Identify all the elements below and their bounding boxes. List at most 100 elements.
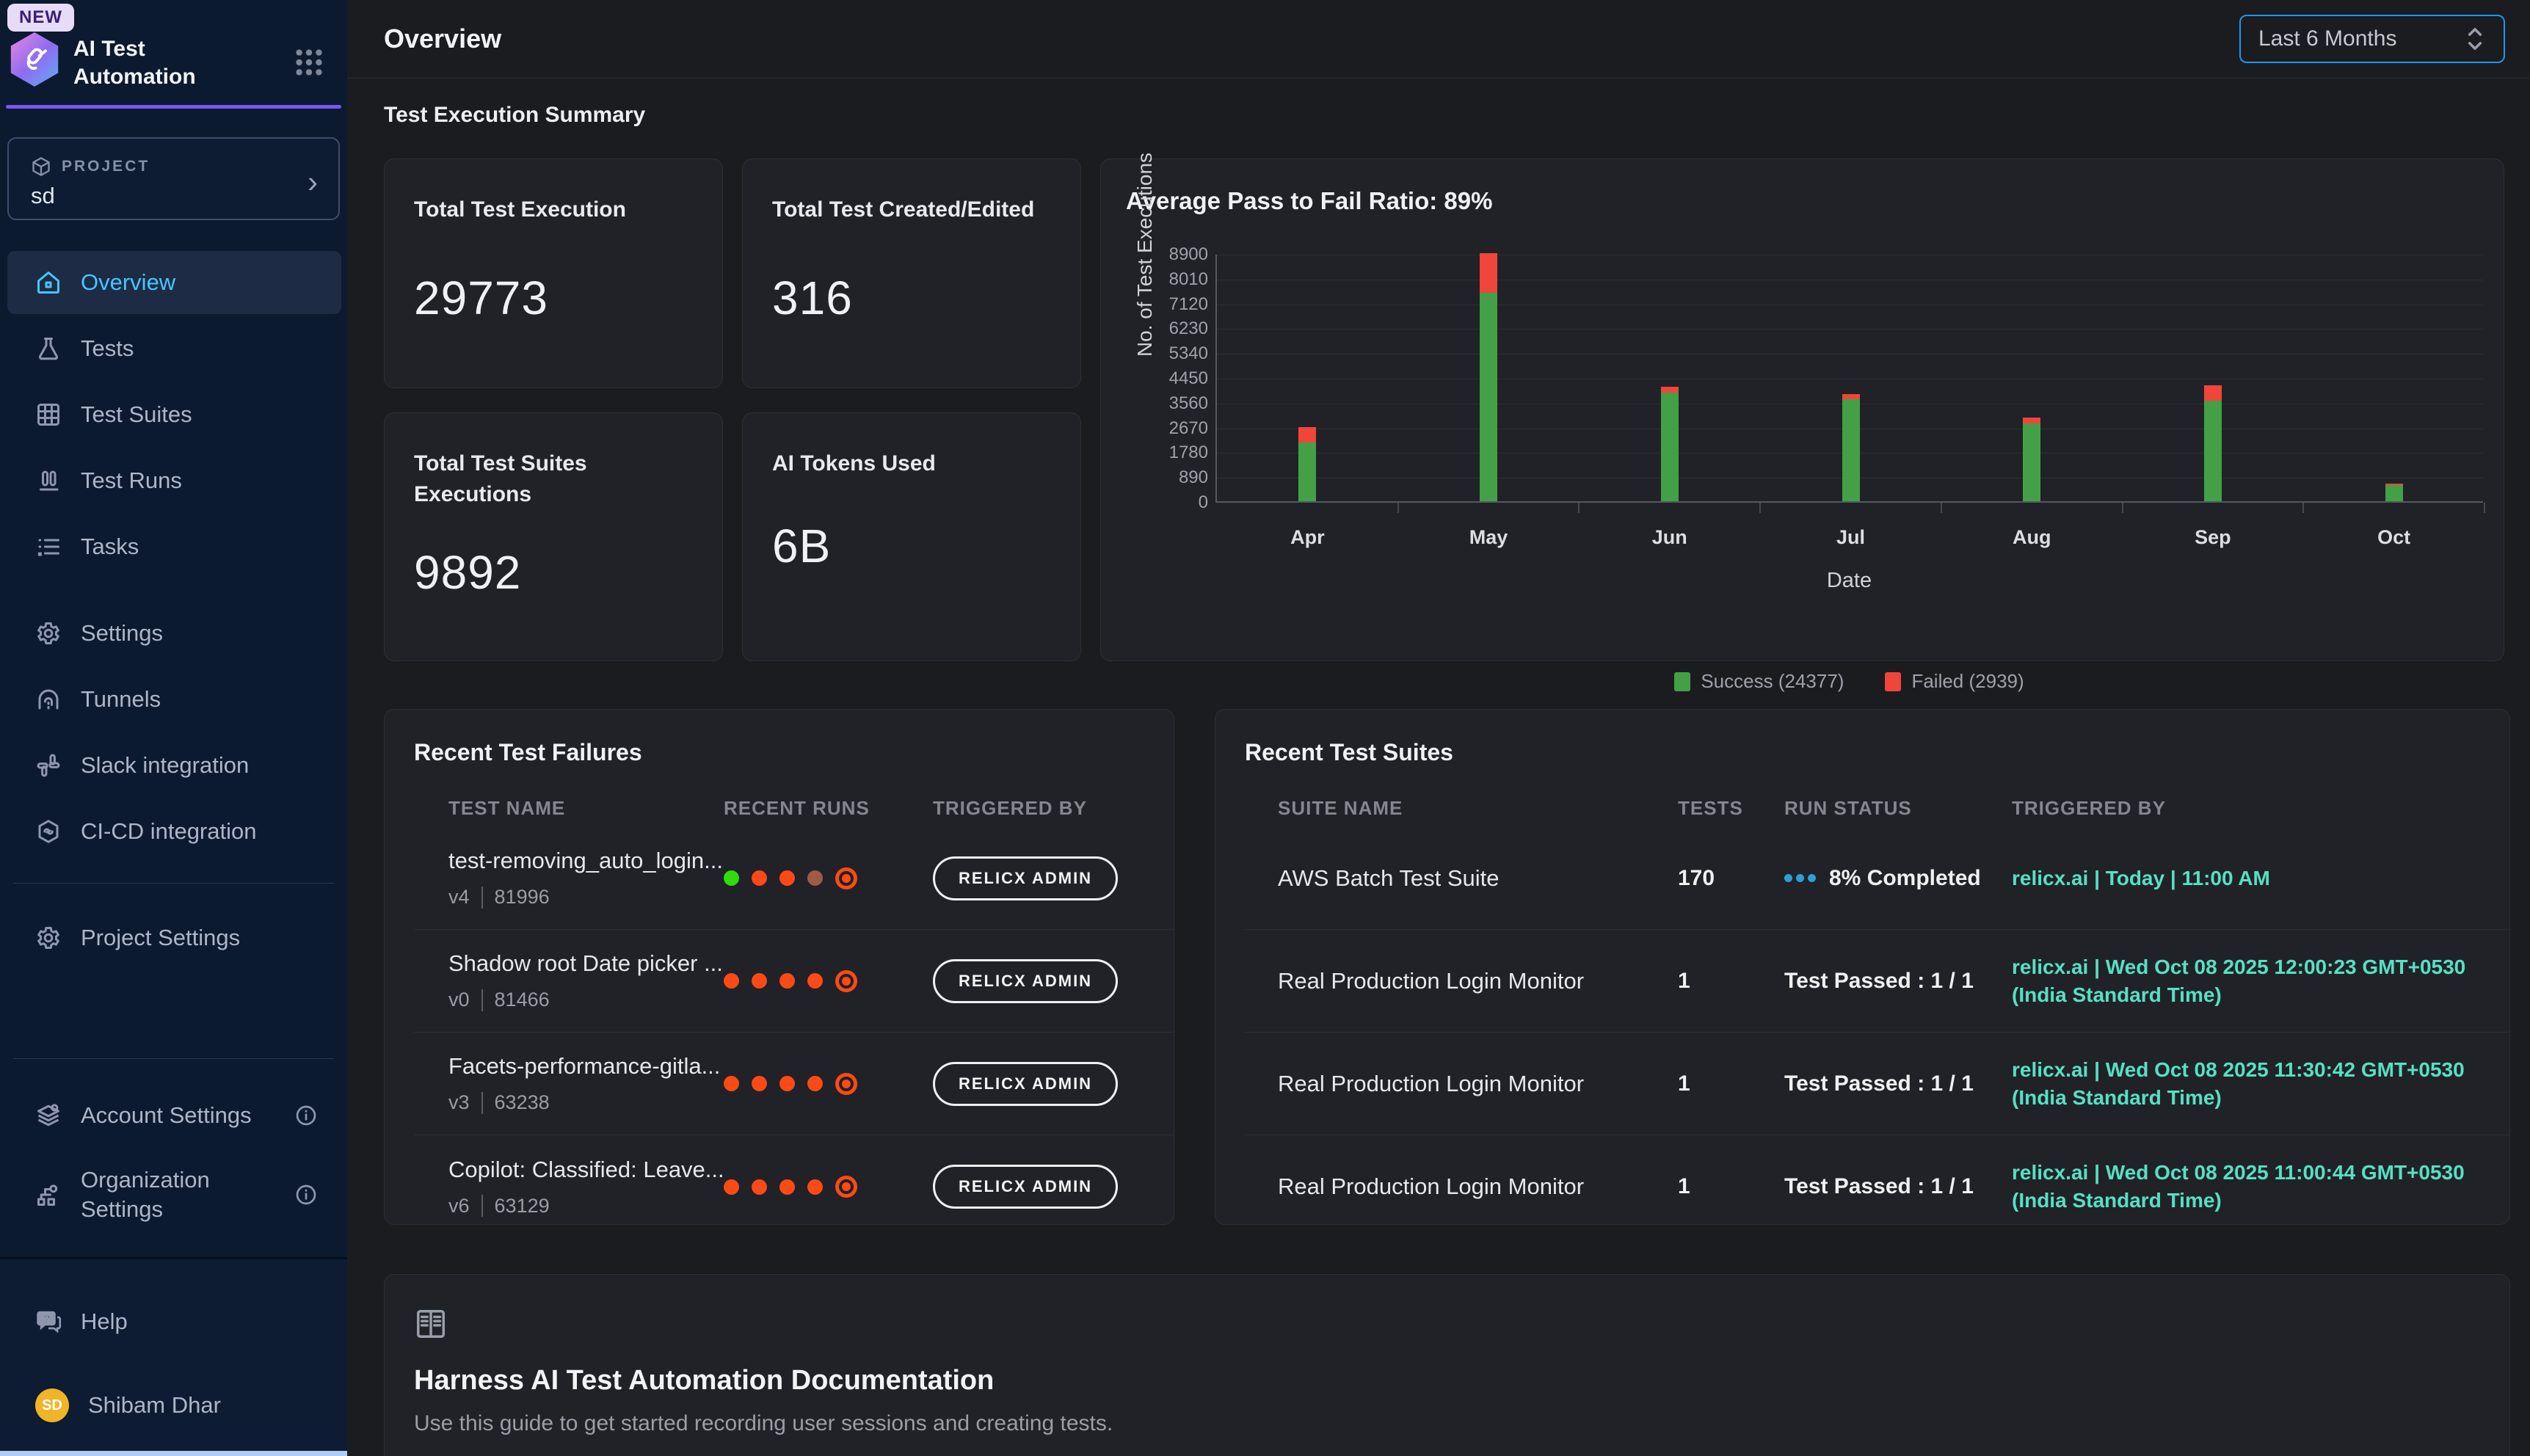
sidebar-item-label: Tasks bbox=[81, 534, 139, 560]
x-axis-tick bbox=[2302, 503, 2304, 513]
triggered-by-button[interactable]: RELICX ADMIN bbox=[933, 959, 1118, 1003]
table-body: AWS Batch Test Suite 170 8% Completed re… bbox=[1245, 827, 2509, 1225]
sidebar-item-label: Help bbox=[81, 1308, 128, 1335]
app-launcher-icon[interactable] bbox=[292, 46, 326, 79]
chart-plot: 0890178026703560445053406230712080108900… bbox=[1215, 255, 2483, 503]
gear-icon bbox=[35, 925, 62, 951]
bar-segment-success bbox=[1661, 393, 1679, 501]
x-tick-label: Oct bbox=[2377, 526, 2410, 549]
sidebar-item-label: Test Runs bbox=[81, 467, 182, 494]
triggered-by-link[interactable]: relicx.ai | Wed Oct 08 2025 11:30:42 GMT… bbox=[2012, 1056, 2509, 1112]
legend-swatch-failed bbox=[1885, 672, 1901, 691]
recent-run-dots bbox=[724, 970, 933, 992]
stat-value: 9892 bbox=[414, 545, 693, 600]
table-row[interactable]: Copilot: Classified: Leave... v663129 RE… bbox=[414, 1135, 1174, 1225]
sidebar-item-account-settings[interactable]: Account Settings bbox=[7, 1084, 341, 1147]
info-icon[interactable] bbox=[294, 1104, 318, 1127]
sidebar-item-test-runs[interactable]: Test Runs bbox=[7, 449, 341, 512]
bar-sep bbox=[2204, 385, 2222, 501]
test-id: 81996 bbox=[495, 886, 550, 909]
table-row[interactable]: Real Production Login Monitor 1 Test Pas… bbox=[1245, 1033, 2509, 1135]
test-name: Facets-performance-gitla... bbox=[448, 1053, 724, 1080]
project-selector[interactable]: PROJECT sd › bbox=[7, 137, 340, 220]
run-dot-red bbox=[779, 1179, 795, 1195]
table-row[interactable]: AWS Batch Test Suite 170 8% Completed re… bbox=[1245, 827, 2509, 930]
legend-item-failed: Failed (2939) bbox=[1885, 670, 2024, 693]
sidebar-item-project-settings[interactable]: Project Settings bbox=[7, 906, 341, 969]
user-menu[interactable]: SD Shibam Dhar bbox=[7, 1374, 341, 1437]
recent-run-dots bbox=[724, 1176, 933, 1198]
sidebar-item-tunnels[interactable]: Tunnels bbox=[7, 668, 341, 731]
stat-value: 316 bbox=[772, 271, 1051, 325]
chat-question-icon: ? bbox=[35, 1308, 62, 1335]
chart-legend: Success (24377) Failed (2939) bbox=[1215, 670, 2483, 693]
recent-test-failures-card: Recent Test Failures TEST NAME RECENT RU… bbox=[384, 709, 1174, 1225]
table-row[interactable]: Real Production Login Monitor 1 Test Pas… bbox=[1245, 1135, 2509, 1225]
sidebar-item-help[interactable]: ? Help bbox=[7, 1290, 341, 1353]
sidebar-item-cicd-integration[interactable]: CI-CD integration bbox=[7, 800, 341, 863]
legend-label: Failed (2939) bbox=[1911, 670, 2024, 693]
trigger-line: relicx.ai | Wed Oct 08 2025 11:00:44 GMT… bbox=[2012, 1159, 2509, 1187]
sidebar-nav: Overview Tests Test Suites Test Runs Tas… bbox=[7, 251, 341, 866]
new-badge: NEW bbox=[7, 4, 74, 32]
sidebar-item-tasks[interactable]: Tasks bbox=[7, 515, 341, 578]
sidebar-item-label: CI-CD integration bbox=[81, 818, 256, 845]
sidebar-item-label: Organization Settings bbox=[81, 1165, 272, 1224]
run-status-text: Test Passed : 1 / 1 bbox=[1784, 1071, 1974, 1096]
sidebar-item-label: Test Suites bbox=[81, 401, 192, 428]
trigger-line: (India Standard Time) bbox=[2012, 981, 2509, 1009]
column-header: TESTS bbox=[1678, 797, 1784, 820]
date-range-select[interactable]: Last 6 Months bbox=[2239, 15, 2505, 63]
stat-card-total-test-execution: Total Test Execution 29773 bbox=[384, 159, 723, 388]
table-body: test-removing_auto_login... v481996 RELI… bbox=[414, 827, 1174, 1225]
triggered-by-button[interactable]: RELICX ADMIN bbox=[933, 856, 1118, 900]
run-status-text: 8% Completed bbox=[1829, 866, 1981, 891]
triggered-by-link[interactable]: relicx.ai | Wed Oct 08 2025 11:00:44 GMT… bbox=[2012, 1159, 2509, 1215]
bar-segment-success bbox=[2385, 485, 2403, 501]
docs-title: Harness AI Test Automation Documentation bbox=[414, 1365, 2480, 1397]
pass-fail-chart-card: Average Pass to Fail Ratio: 89% No. of T… bbox=[1100, 159, 2504, 661]
bar-oct bbox=[2385, 484, 2403, 501]
gridline bbox=[1217, 329, 2483, 330]
test-id: 81466 bbox=[495, 989, 550, 1011]
project-cube-icon bbox=[31, 156, 51, 177]
test-version: v0 bbox=[448, 989, 470, 1011]
table-title: Recent Test Failures bbox=[414, 739, 1174, 766]
bar-segment-success bbox=[2204, 401, 2222, 501]
triggered-by-button[interactable]: RELICX ADMIN bbox=[933, 1165, 1118, 1209]
y-tick-label: 3560 bbox=[1127, 393, 1208, 414]
sidebar-item-settings[interactable]: Settings bbox=[7, 602, 341, 665]
section-title: Test Execution Summary bbox=[384, 103, 2530, 128]
x-tick-label: Sep bbox=[2195, 526, 2231, 549]
triggered-by-button[interactable]: RELICX ADMIN bbox=[933, 1062, 1118, 1106]
column-header: TRIGGERED BY bbox=[2012, 797, 2509, 820]
run-dot-red bbox=[807, 1179, 823, 1195]
table-row[interactable]: Real Production Login Monitor 1 Test Pas… bbox=[1245, 930, 2509, 1033]
table-row[interactable]: test-removing_auto_login... v481996 RELI… bbox=[414, 827, 1174, 930]
gear-icon bbox=[35, 620, 62, 647]
progress-dots-icon bbox=[1784, 874, 1816, 882]
grid-icon bbox=[35, 401, 62, 428]
sidebar-item-overview[interactable]: Overview bbox=[7, 251, 341, 314]
x-axis-tick bbox=[2122, 503, 2123, 513]
sidebar-item-organization-settings[interactable]: Organization Settings bbox=[7, 1154, 341, 1236]
test-name: Shadow root Date picker ... bbox=[448, 950, 724, 977]
triggered-by-link[interactable]: relicx.ai | Wed Oct 08 2025 12:00:23 GMT… bbox=[2012, 953, 2509, 1009]
suite-name: Real Production Login Monitor bbox=[1278, 1071, 1678, 1097]
triggered-by-link[interactable]: relicx.ai | Today | 11:00 AM bbox=[2012, 864, 2509, 892]
sidebar-item-slack-integration[interactable]: Slack integration bbox=[7, 734, 341, 797]
info-icon[interactable] bbox=[294, 1183, 318, 1206]
table-header: SUITE NAME TESTS RUN STATUS TRIGGERED BY bbox=[1245, 797, 2509, 820]
bar-apr bbox=[1298, 427, 1316, 501]
table-row[interactable]: Shadow root Date picker ... v0 81466 RELI… bbox=[414, 930, 1174, 1033]
sidebar-item-test-suites[interactable]: Test Suites bbox=[7, 383, 341, 446]
table-row[interactable]: Facets-performance-gitla... v363238 RELI… bbox=[414, 1033, 1174, 1135]
sidebar-item-tests[interactable]: Tests bbox=[7, 317, 341, 380]
bar-segment-failed bbox=[2204, 385, 2222, 401]
layers-gear-icon bbox=[35, 1102, 62, 1129]
sidebar-item-label: Settings bbox=[81, 620, 163, 647]
x-tick-label: May bbox=[1469, 526, 1508, 549]
svg-text:?: ? bbox=[43, 1313, 50, 1325]
slack-icon bbox=[35, 752, 62, 779]
current-run-dot bbox=[835, 970, 857, 992]
